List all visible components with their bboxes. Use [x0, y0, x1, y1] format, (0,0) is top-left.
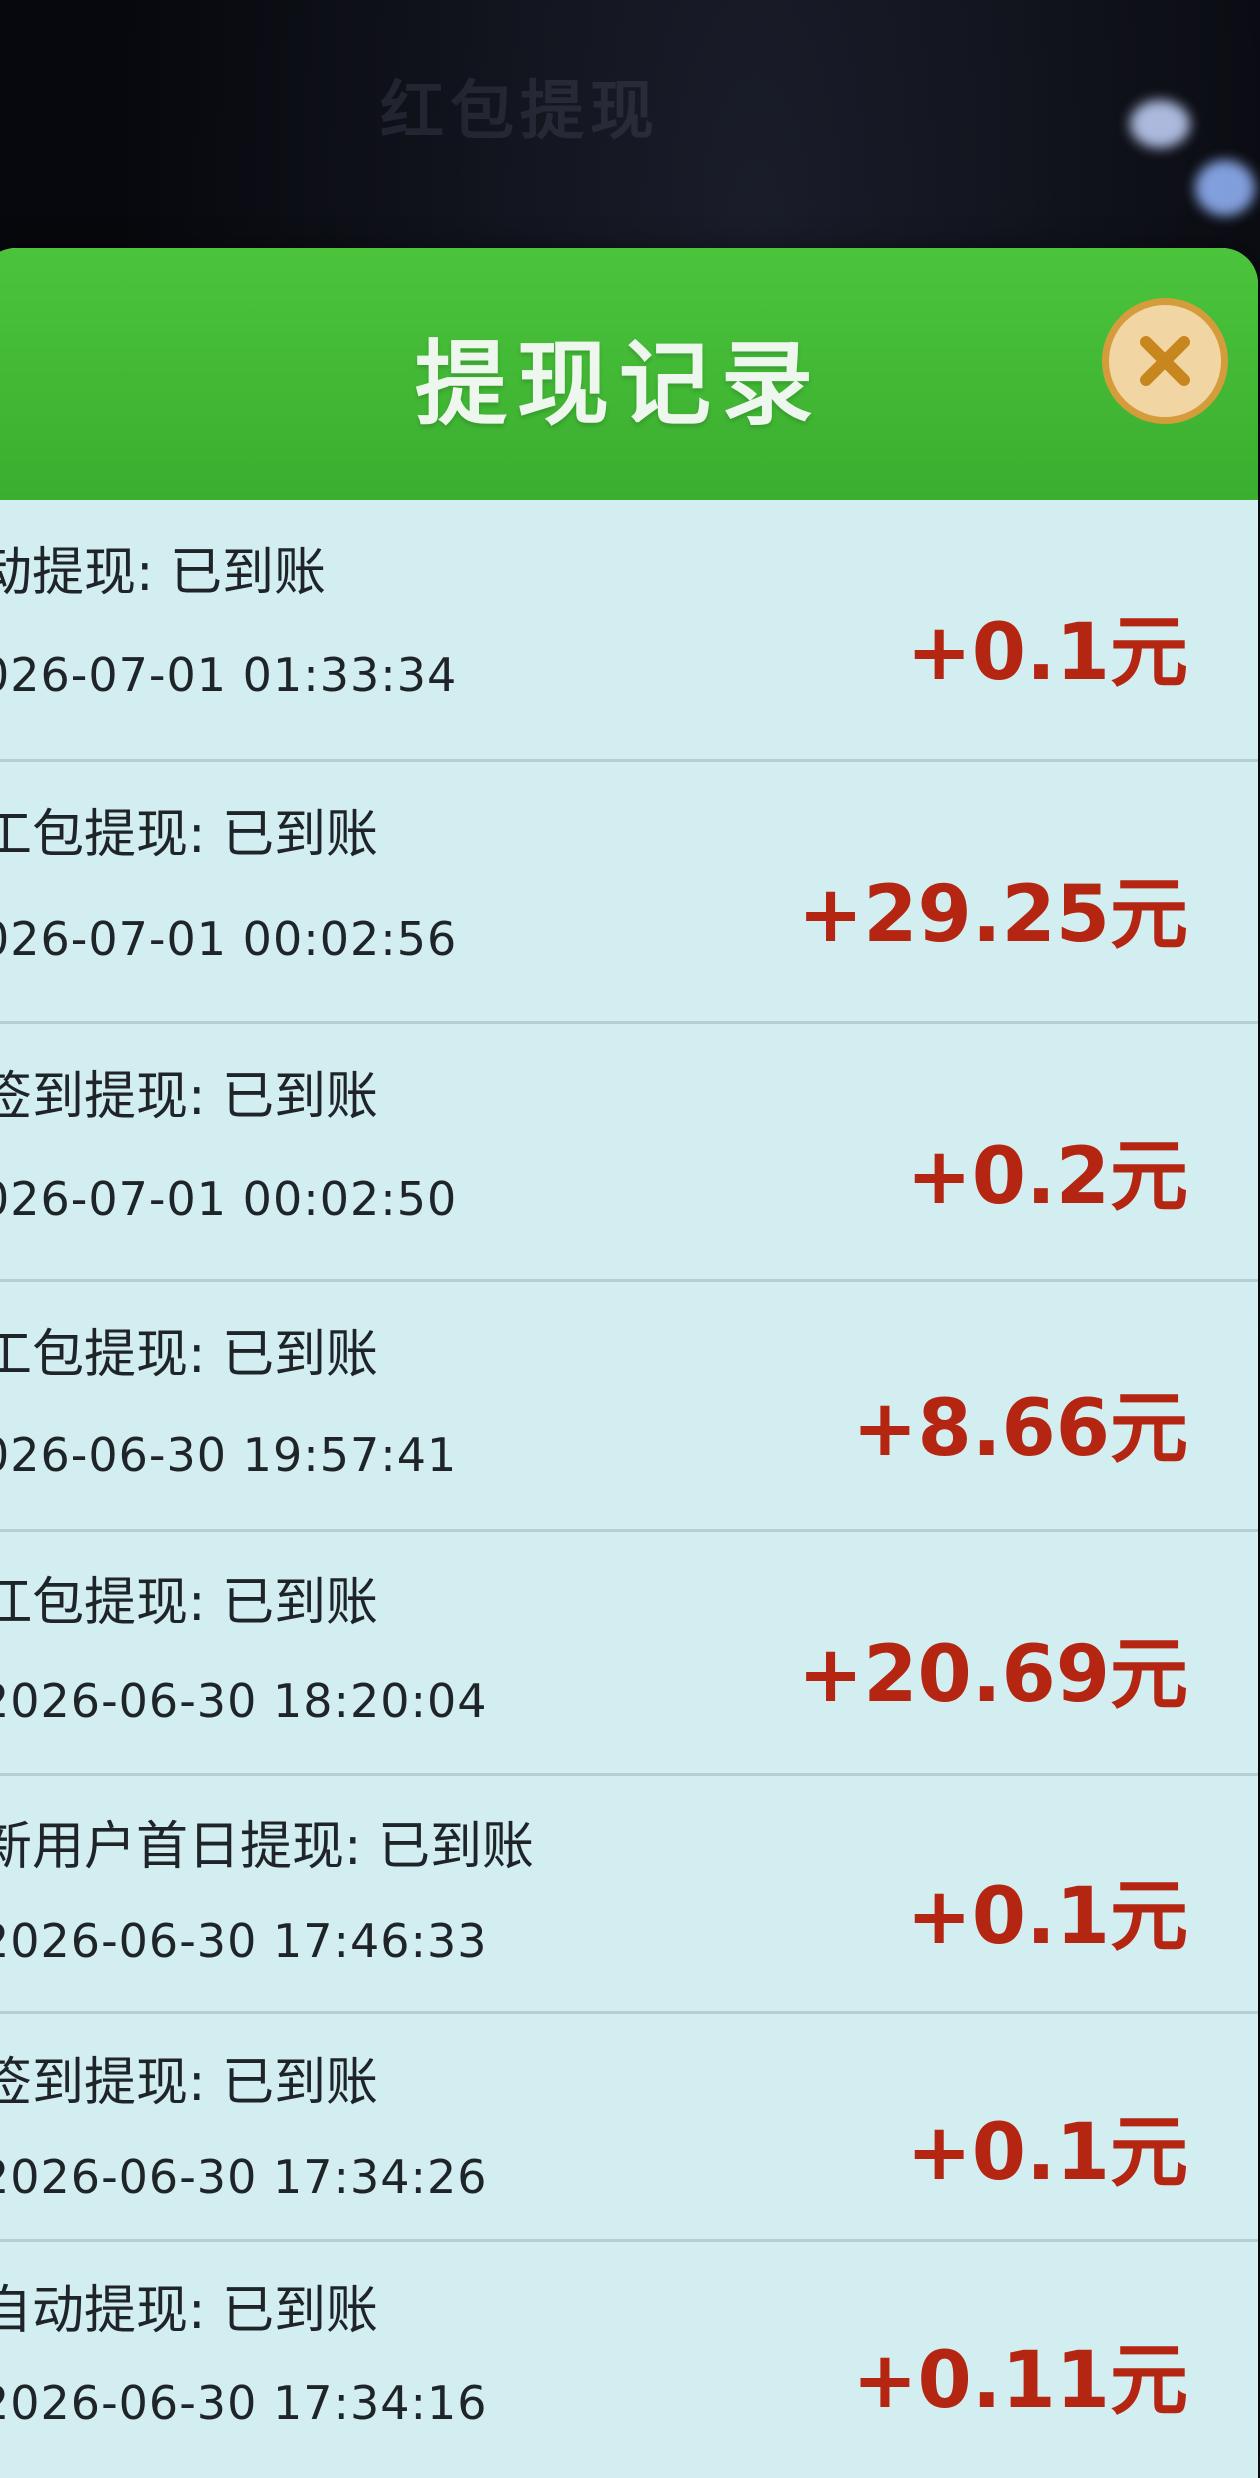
close-x-icon: [1140, 336, 1190, 386]
dialog-header: 提现记录: [0, 248, 1258, 500]
record-label: 工包提现: 已到账: [0, 805, 379, 865]
dialog-title: 提现记录: [414, 331, 823, 438]
record-label: 江包提现: 已到账: [0, 1573, 379, 1633]
close-button[interactable]: [1102, 298, 1228, 424]
record-amount: +20.69元: [797, 1630, 1188, 1720]
record-label: 签到提现: 已到账: [0, 1067, 379, 1127]
record-label: 自动提现: 已到账: [0, 2281, 379, 2341]
record-amount: +0.2元: [906, 1132, 1188, 1222]
record-time: 2026-06-30 17:46:33: [0, 1914, 488, 1968]
record-row: 动提现: 已到账 026-07-01 01:33:34 +0.1元: [0, 500, 1258, 762]
background-page-title: 红包提现: [380, 75, 660, 149]
record-time: 026-07-01 01:33:34: [0, 648, 458, 702]
record-row: 签到提现: 已到账 026-07-01 00:02:50 +0.2元: [0, 1024, 1258, 1282]
record-time: 026-06-30 19:57:41: [0, 1428, 458, 1482]
record-amount: +0.1元: [906, 608, 1188, 698]
record-amount: +29.25元: [797, 870, 1188, 960]
record-time: 2026-06-30 17:34:16: [0, 2376, 488, 2430]
withdrawal-records-dialog: 提现记录 动提现: 已到账 026-07-01 01:33:34 +0.1元 工…: [0, 248, 1258, 2478]
record-row: 自动提现: 已到账 2026-06-30 17:34:16 +0.11元: [0, 2242, 1258, 2472]
record-row: 江包提现: 已到账 2026-06-30 18:20:04 +20.69元: [0, 1532, 1258, 1776]
record-amount: +0.11元: [852, 2336, 1188, 2426]
record-row: 工包提现: 已到账 026-07-01 00:02:56 +29.25元: [0, 762, 1258, 1024]
record-row: 新用户首日提现: 已到账 2026-06-30 17:46:33 +0.1元: [0, 1776, 1258, 2014]
record-label: 工包提现: 已到账: [0, 1325, 379, 1385]
record-time: 2026-06-30 18:20:04: [0, 1674, 488, 1728]
record-time: 026-07-01 00:02:56: [0, 912, 458, 966]
light-glare: [1195, 160, 1255, 216]
record-label: 新用户首日提现: 已到账: [0, 1817, 535, 1877]
record-amount: +0.1元: [906, 1872, 1188, 1962]
record-label: 签到提现: 已到账: [0, 2053, 379, 2113]
record-row: 签到提现: 已到账 2026-06-30 17:34:26 +0.1元: [0, 2014, 1258, 2242]
record-amount: +8.66元: [852, 1384, 1188, 1474]
record-time: 026-07-01 00:02:50: [0, 1172, 458, 1226]
record-amount: +0.1元: [906, 2108, 1188, 2198]
light-glare: [1130, 100, 1190, 148]
record-time: 2026-06-30 17:34:26: [0, 2150, 488, 2204]
record-row: 工包提现: 已到账 026-06-30 19:57:41 +8.66元: [0, 1282, 1258, 1532]
record-label: 动提现: 已到账: [0, 543, 327, 603]
